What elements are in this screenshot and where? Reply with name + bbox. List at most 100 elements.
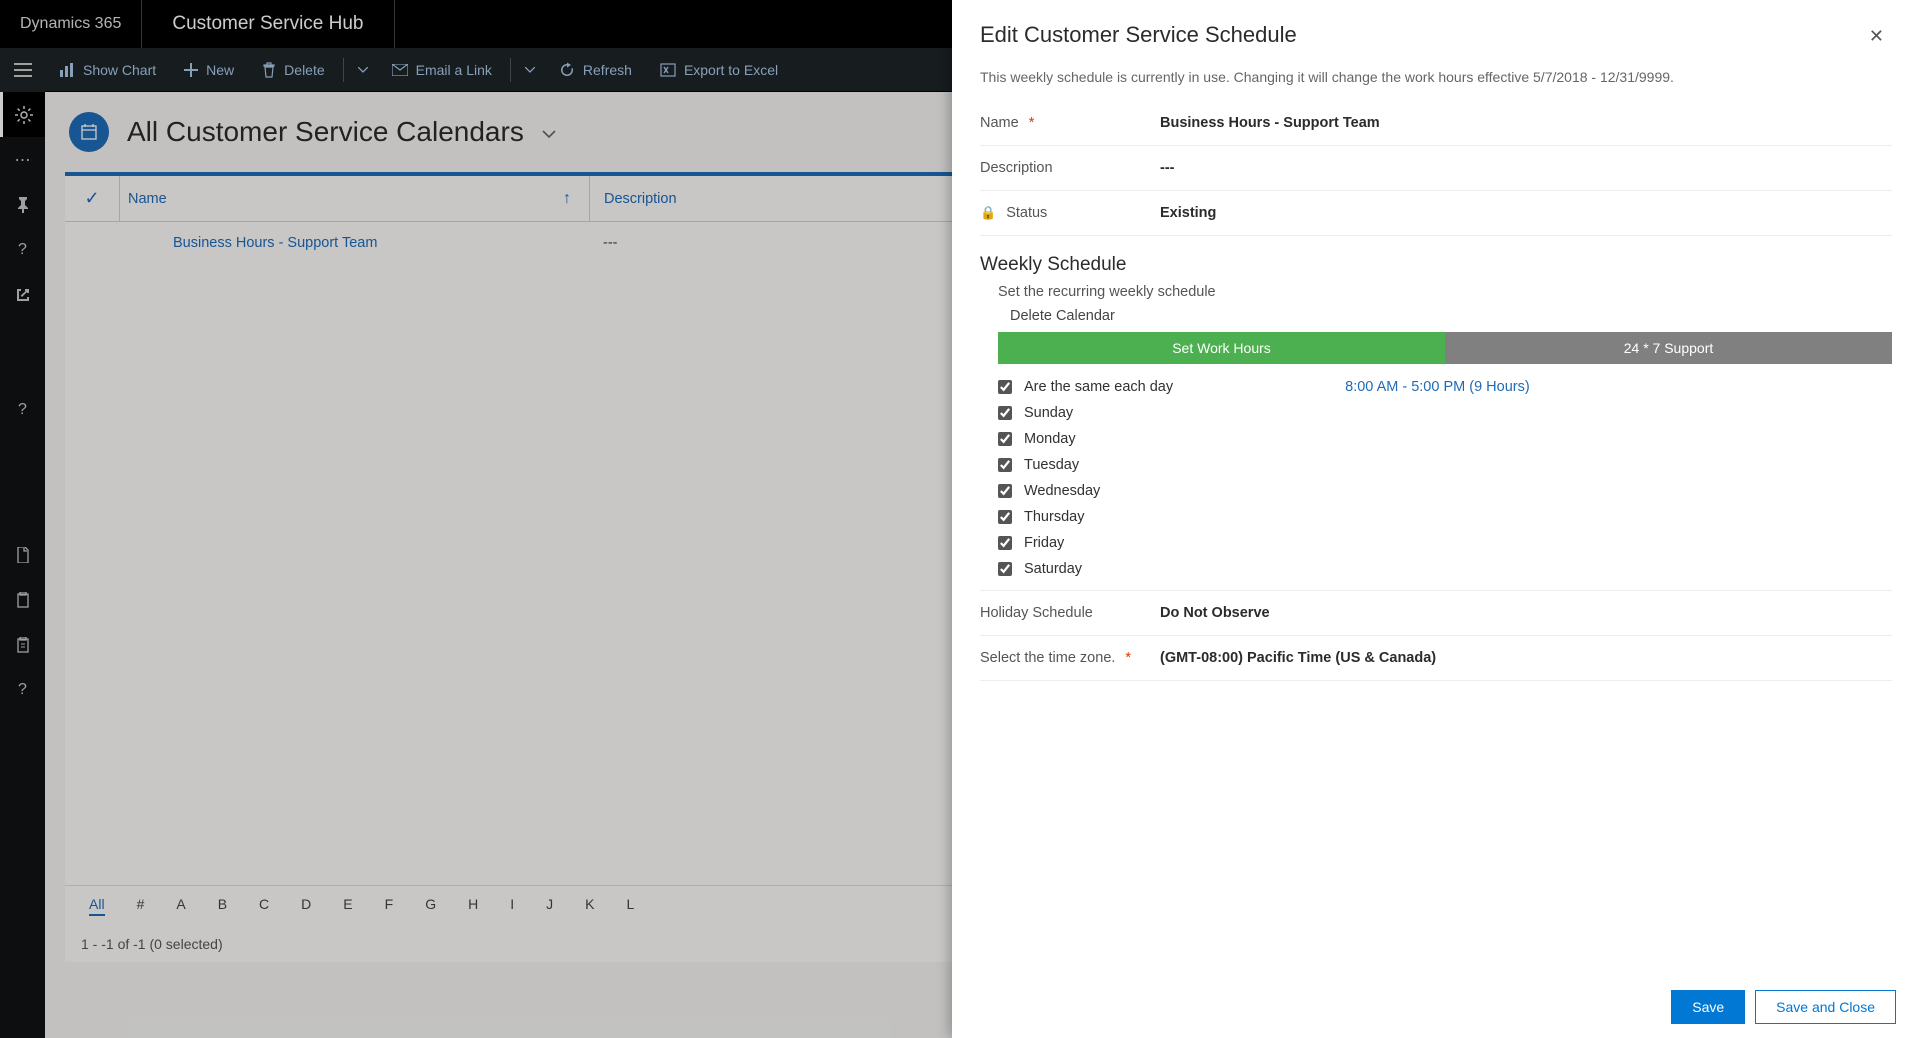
weekly-subtitle: Set the recurring weekly schedule <box>980 284 1892 300</box>
checkbox-tuesday[interactable] <box>998 458 1012 472</box>
alpha-item[interactable]: F <box>385 896 394 916</box>
field-holiday-label: Holiday Schedule <box>980 605 1160 621</box>
nav-item-doc[interactable] <box>0 532 45 577</box>
chevron-down-icon <box>358 67 368 73</box>
calendar-icon <box>69 112 109 152</box>
save-button[interactable]: Save <box>1671 990 1745 1024</box>
field-holiday-value[interactable]: Do Not Observe <box>1160 605 1892 621</box>
field-status: 🔒 Status Existing <box>980 191 1892 236</box>
alpha-item[interactable]: I <box>510 896 514 916</box>
tab-set-work-hours[interactable]: Set Work Hours <box>998 332 1445 364</box>
chart-icon <box>59 62 75 78</box>
field-tz-value[interactable]: (GMT-08:00) Pacific Time (US & Canada) <box>1160 650 1892 666</box>
lock-icon: 🔒 <box>980 205 996 221</box>
field-description: Description --- <box>980 146 1892 191</box>
alpha-item[interactable]: L <box>626 896 634 916</box>
column-desc-label: Description <box>604 191 677 207</box>
schedule-tabs: Set Work Hours 24 * 7 Support <box>998 332 1892 364</box>
check-label: Tuesday <box>1024 457 1079 473</box>
required-indicator: * <box>1125 650 1131 666</box>
nav-divider <box>394 0 395 48</box>
save-and-close-button[interactable]: Save and Close <box>1755 990 1896 1024</box>
days-checklist: Are the same each day 8:00 AM - 5:00 PM … <box>980 374 1892 582</box>
row-name[interactable]: Business Hours - Support Team <box>119 235 589 251</box>
alpha-item[interactable]: D <box>301 896 311 916</box>
column-name[interactable]: Name ↑ <box>119 176 589 221</box>
check-same-each-day: Are the same each day 8:00 AM - 5:00 PM … <box>998 374 1892 400</box>
field-holiday: Holiday Schedule Do Not Observe <box>980 590 1892 636</box>
alpha-item[interactable]: # <box>137 896 145 916</box>
checkbox-sunday[interactable] <box>998 406 1012 420</box>
panel-footer: Save Save and Close <box>952 976 1920 1038</box>
nav-item-help-1[interactable]: ? <box>0 227 45 272</box>
check-label: Sunday <box>1024 405 1073 421</box>
checkbox-wednesday[interactable] <box>998 484 1012 498</box>
cmd-separator <box>510 58 511 82</box>
field-desc-label: Description <box>980 160 1160 176</box>
cmd-email-link[interactable]: Email a Link <box>378 48 506 92</box>
check-saturday: Saturday <box>998 556 1892 582</box>
nav-item-clipboard-2[interactable] <box>0 622 45 667</box>
field-tz-label: Select the time zone. * <box>980 650 1160 666</box>
checkbox-same-each-day[interactable] <box>998 380 1012 394</box>
delete-calendar-link[interactable]: Delete Calendar <box>980 308 1892 324</box>
nav-item-help-2[interactable]: ? <box>0 387 45 432</box>
check-friday: Friday <box>998 530 1892 556</box>
alpha-item[interactable]: B <box>218 896 227 916</box>
panel-header: Edit Customer Service Schedule ✕ <box>952 0 1920 59</box>
nav-item-more[interactable]: ⋯ <box>0 137 45 182</box>
cmd-delete-chevron[interactable] <box>348 48 378 92</box>
app-name-label[interactable]: Customer Service Hub <box>142 13 393 35</box>
nav-item-pin[interactable] <box>0 182 45 227</box>
cmd-refresh[interactable]: Refresh <box>545 48 646 92</box>
cmd-new-label: New <box>206 62 234 78</box>
nav-item-settings[interactable] <box>0 92 45 137</box>
hamburger-icon[interactable] <box>0 48 45 92</box>
alpha-item[interactable]: K <box>585 896 594 916</box>
check-monday: Monday <box>998 426 1892 452</box>
alpha-item[interactable]: E <box>343 896 352 916</box>
nav-item-flow[interactable] <box>0 272 45 317</box>
field-name-label: Name * <box>980 115 1160 131</box>
checkbox-thursday[interactable] <box>998 510 1012 524</box>
panel-title: Edit Customer Service Schedule <box>980 22 1297 48</box>
alpha-item[interactable]: J <box>546 896 553 916</box>
cmd-show-chart[interactable]: Show Chart <box>45 48 170 92</box>
checkbox-friday[interactable] <box>998 536 1012 550</box>
close-icon[interactable]: ✕ <box>1861 22 1892 51</box>
cmd-email-chevron[interactable] <box>515 48 545 92</box>
check-label: Thursday <box>1024 509 1084 525</box>
checkbox-monday[interactable] <box>998 432 1012 446</box>
page-title: All Customer Service Calendars <box>127 116 524 148</box>
panel-body: This weekly schedule is currently in use… <box>952 59 1920 976</box>
cmd-export[interactable]: Export to Excel <box>646 48 792 92</box>
nav-item-clipboard-1[interactable] <box>0 577 45 622</box>
select-all-column[interactable]: ✓ <box>65 188 119 209</box>
alpha-item[interactable]: C <box>259 896 269 916</box>
label-text: Name <box>980 115 1019 131</box>
check-wednesday: Wednesday <box>998 478 1892 504</box>
field-desc-value[interactable]: --- <box>1160 160 1892 176</box>
cmd-separator <box>343 58 344 82</box>
alpha-item[interactable]: H <box>468 896 478 916</box>
view-selector-chevron[interactable] <box>542 122 556 143</box>
brand-label[interactable]: Dynamics 365 <box>0 15 141 33</box>
field-name-value[interactable]: Business Hours - Support Team <box>1160 115 1892 131</box>
cmd-delete[interactable]: Delete <box>248 48 338 92</box>
trash-icon <box>262 62 276 78</box>
alpha-item[interactable]: A <box>176 896 185 916</box>
tab-247-support[interactable]: 24 * 7 Support <box>1445 332 1892 364</box>
alpha-item[interactable]: G <box>425 896 436 916</box>
checkbox-saturday[interactable] <box>998 562 1012 576</box>
required-indicator: * <box>1029 115 1035 131</box>
check-label: Monday <box>1024 431 1076 447</box>
work-hours-link[interactable]: 8:00 AM - 5:00 PM (9 Hours) <box>1345 379 1530 395</box>
check-label: Saturday <box>1024 561 1082 577</box>
cmd-new[interactable]: New <box>170 48 248 92</box>
cmd-delete-label: Delete <box>284 62 324 78</box>
alpha-all[interactable]: All <box>89 896 105 916</box>
left-rail: ⋯ ? ? ? <box>0 48 45 1038</box>
nav-item-help-3[interactable]: ? <box>0 667 45 712</box>
chevron-down-icon <box>525 67 535 73</box>
excel-icon <box>660 62 676 78</box>
